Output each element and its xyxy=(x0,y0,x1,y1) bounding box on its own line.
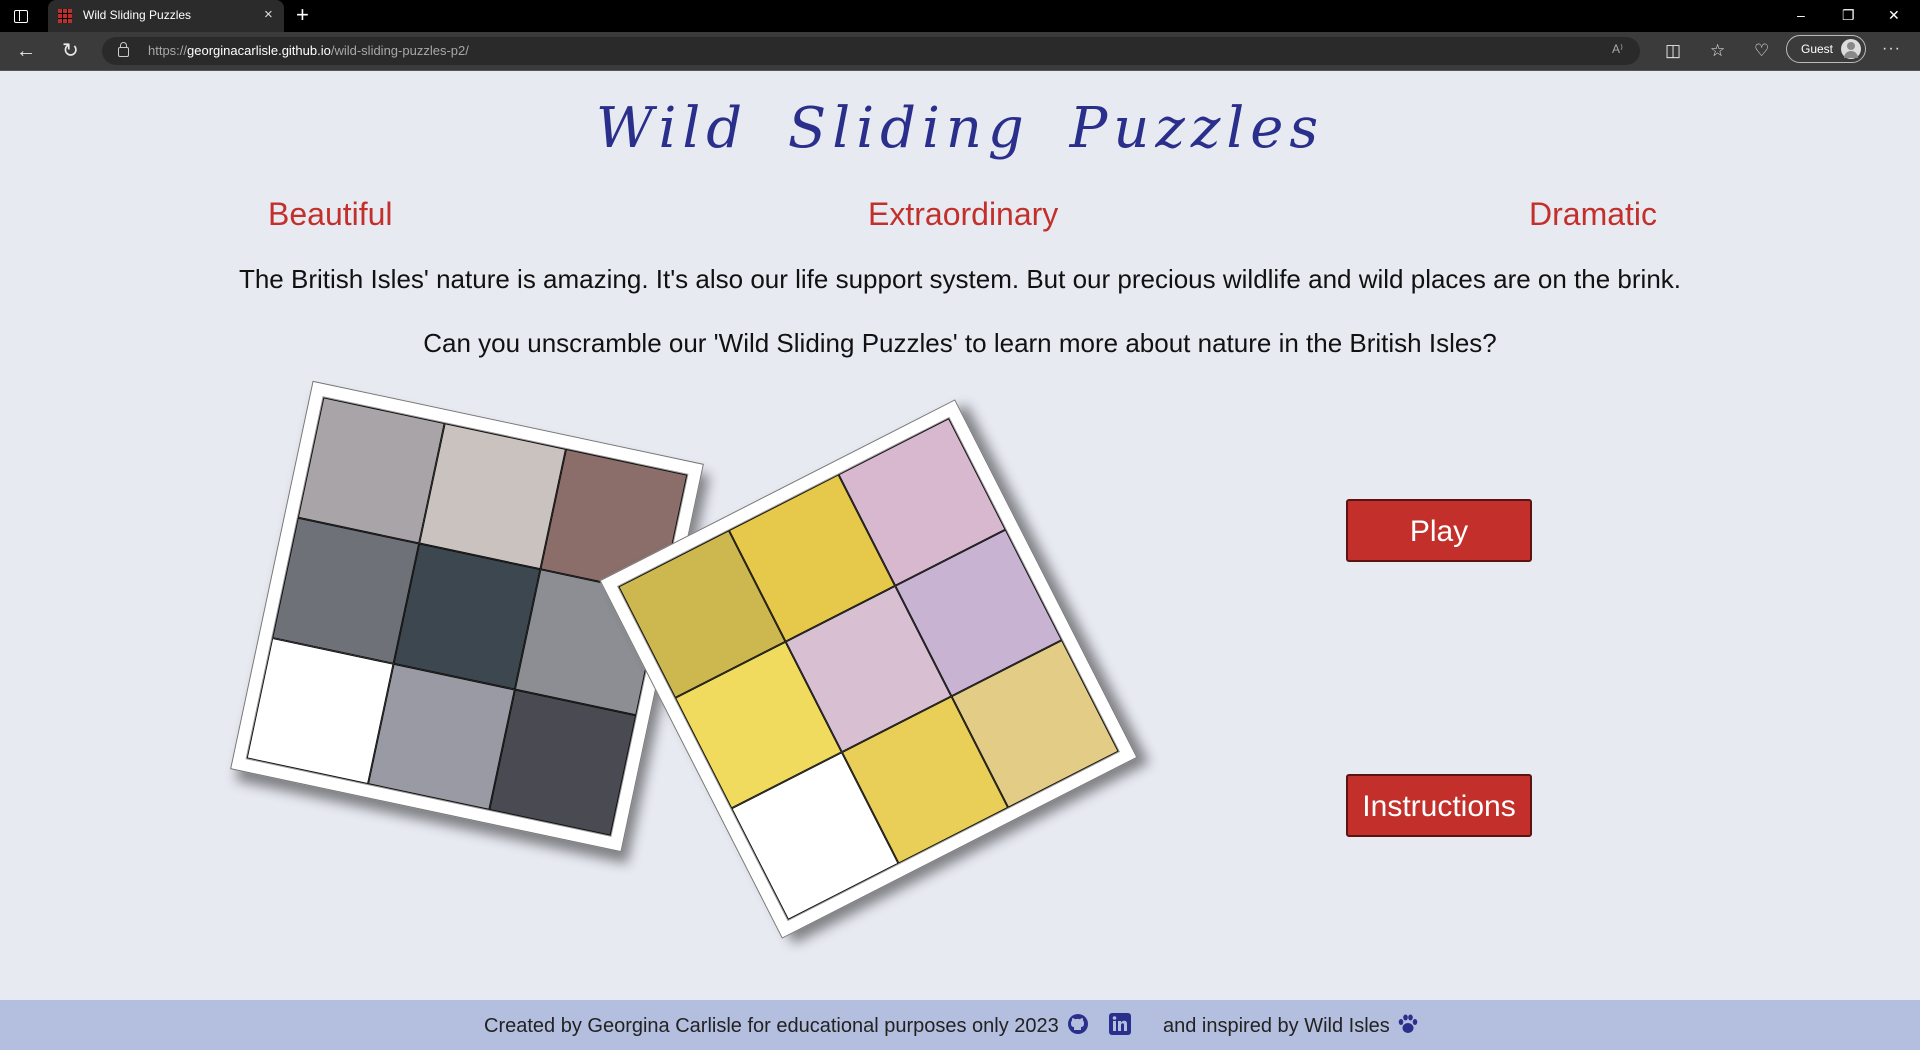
browser-tab[interactable]: Wild Sliding Puzzles × xyxy=(48,0,284,32)
tagline-beautiful: Beautiful xyxy=(268,196,393,232)
intro-question: Can you unscramble our 'Wild Sliding Puz… xyxy=(423,328,1497,358)
restore-icon[interactable]: ❐ xyxy=(1842,6,1855,24)
close-tab-icon[interactable]: × xyxy=(264,6,273,24)
refresh-icon[interactable]: ↻ xyxy=(62,40,79,62)
window-close-icon[interactable]: ✕ xyxy=(1888,6,1900,24)
browser-essentials-icon[interactable]: ♡ xyxy=(1754,40,1769,62)
tab-title: Wild Sliding Puzzles xyxy=(83,8,192,22)
github-icon[interactable] xyxy=(1066,1012,1090,1036)
tab-actions-icon[interactable] xyxy=(12,7,30,25)
lock-icon xyxy=(118,42,129,57)
read-aloud-icon[interactable]: A⁾ xyxy=(1612,42,1623,56)
profile-label: Guest xyxy=(1801,42,1834,56)
favorites-icon[interactable]: ☆ xyxy=(1710,40,1725,62)
browser-tab-bar: Wild Sliding Puzzles × + – ❐ ✕ xyxy=(0,0,1920,32)
linkedin-icon[interactable] xyxy=(1108,1012,1132,1036)
page-title: Wild Sliding Puzzles xyxy=(595,96,1325,161)
intro-paragraph: The British Isles' nature is amazing. It… xyxy=(238,264,1682,294)
browser-toolbar: ← ↻ https://georginacarlisle.github.io/w… xyxy=(0,32,1920,71)
favicon-icon xyxy=(58,9,72,23)
address-bar[interactable]: https://georginacarlisle.github.io/wild-… xyxy=(102,37,1640,65)
minimize-icon[interactable]: – xyxy=(1797,6,1805,24)
url-text: https://georginacarlisle.github.io/wild-… xyxy=(148,43,469,58)
back-arrow-icon[interactable]: ← xyxy=(16,40,36,62)
avatar-icon xyxy=(1841,39,1861,59)
more-options-icon[interactable]: ··· xyxy=(1882,40,1901,58)
new-tab-button[interactable]: + xyxy=(296,3,309,27)
tagline-dramatic: Dramatic xyxy=(1529,196,1658,232)
split-screen-icon[interactable]: ◫ xyxy=(1665,40,1681,62)
paw-icon[interactable] xyxy=(1396,1012,1420,1036)
puzzle-tile xyxy=(489,689,637,836)
play-button[interactable]: Play xyxy=(1346,499,1532,562)
tagline-extraordinary: Extraordinary xyxy=(868,196,1059,232)
footer-inspired: and inspired by Wild Isles xyxy=(1163,1015,1390,1037)
footer: Created by Georgina Carlisle for educati… xyxy=(0,1000,1920,1050)
instructions-button[interactable]: Instructions xyxy=(1346,774,1532,837)
footer-credit: Created by Georgina Carlisle for educati… xyxy=(484,1015,1059,1037)
profile-button[interactable]: Guest xyxy=(1786,35,1866,63)
